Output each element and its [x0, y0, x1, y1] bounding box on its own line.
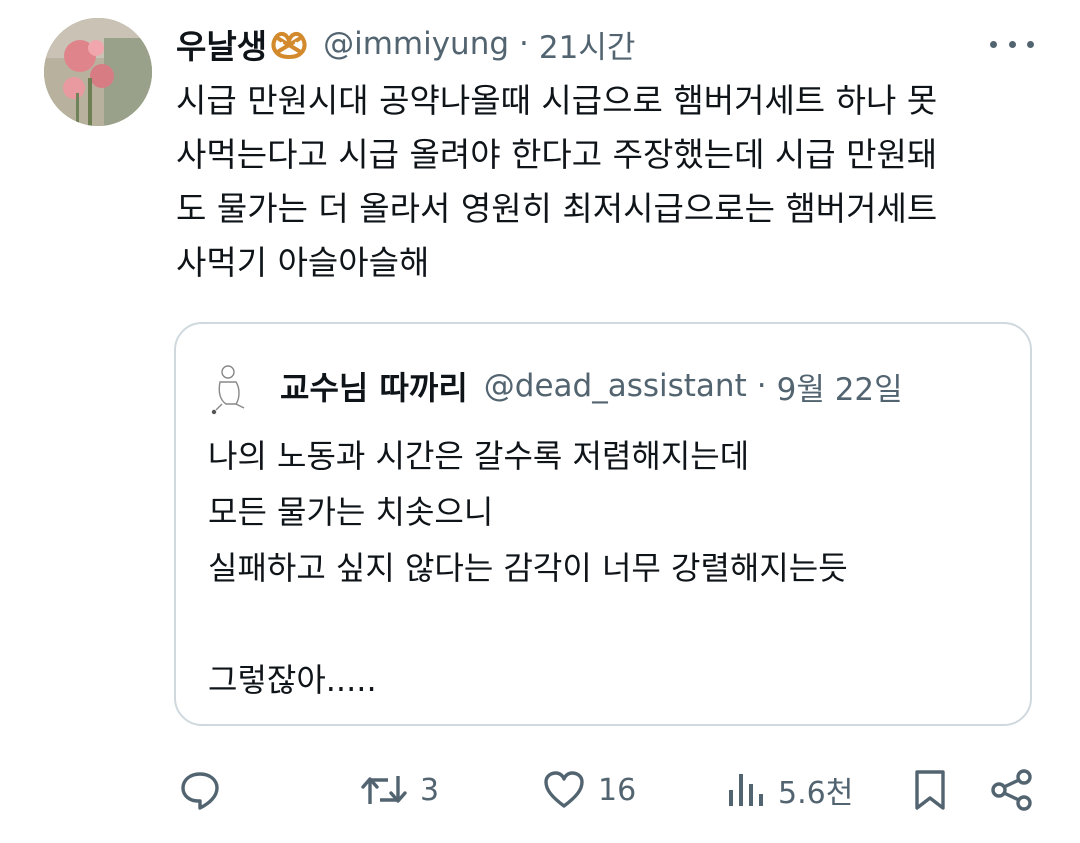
quoted-text-line: 나의 노동과 시간은 갈수록 저렴해지는데 [208, 437, 750, 475]
views-chart-icon [729, 774, 763, 806]
quoted-tweet[interactable]: 교수님 따까리 @dead_assistant · 9월 22일 나의 노동과 … [174, 322, 1032, 726]
tweet-text-line: 시급 만원시대 공약나올때 시급으로 햄버거세트 하나 못 [176, 81, 938, 120]
quoted-avatar[interactable] [206, 360, 252, 416]
quoted-text-line: 실패하고 싶지 않다는 감각이 너무 강렬해지는듯 [208, 549, 848, 587]
tweet-text-line: 사먹는다고 시급 올려야 한다고 주장했는데 시급 만원돼 [176, 135, 938, 174]
tweet-header: 우날생 @immiyung · 21시간 [176, 20, 635, 68]
share-button[interactable] [990, 760, 1034, 820]
quoted-header: 교수님 따까리 @dead_assistant · 9월 22일 [280, 362, 903, 410]
like-count: 16 [598, 772, 637, 808]
more-dots-icon[interactable] [990, 30, 1034, 58]
heart-icon [544, 771, 584, 808]
display-name[interactable]: 우날생 [176, 20, 267, 68]
tweet-text-line: 사먹기 아슬아슬해 [176, 243, 430, 282]
tweet-text-line: 도 물가는 더 올라서 영원히 최저시급으로는 햄버거세트 [176, 189, 938, 228]
views-button[interactable]: 5.6천 [726, 760, 853, 820]
tweet: 우날생 @immiyung · 21시간 시급 만원시대 공약나올때 시급으로 … [0, 0, 1080, 843]
quoted-text-line: 그렇잖아..... [208, 661, 377, 699]
retweet-button[interactable]: 3 [360, 760, 439, 820]
retweet-count: 3 [420, 772, 440, 808]
handle[interactable]: @immiyung [323, 26, 509, 62]
quoted-date[interactable]: 9월 22일 [777, 364, 903, 409]
avatar-image [44, 18, 152, 126]
like-button[interactable]: 16 [542, 760, 636, 820]
pretzel-icon [269, 27, 309, 61]
bookmark-icon [915, 770, 945, 810]
timestamp[interactable]: 21시간 [539, 22, 636, 67]
quoted-display-name[interactable]: 교수님 따까리 [280, 363, 468, 409]
retweet-icon [361, 776, 407, 804]
bookmark-button[interactable] [912, 760, 948, 820]
share-icon [991, 769, 1032, 811]
quoted-text-line: 모든 물가는 치솟으니 [208, 493, 494, 531]
quoted-handle[interactable]: @dead_assistant [484, 368, 747, 404]
quoted-text: 나의 노동과 시간은 갈수록 저렴해지는데 모든 물가는 치솟으니 실패하고 싶… [208, 428, 848, 708]
avatar[interactable] [44, 18, 152, 126]
views-count: 5.6천 [778, 776, 854, 811]
action-bar: 3 16 5.6천 [0, 760, 1080, 820]
quoted-text-line [208, 596, 848, 652]
tweet-text: 시급 만원시대 공약나올때 시급으로 햄버거세트 하나 못 사먹는다고 시급 올… [176, 74, 1036, 290]
separator-dot: · [756, 368, 767, 404]
reply-button[interactable] [178, 760, 234, 820]
separator-dot: · [519, 26, 529, 62]
reply-icon [181, 772, 219, 810]
